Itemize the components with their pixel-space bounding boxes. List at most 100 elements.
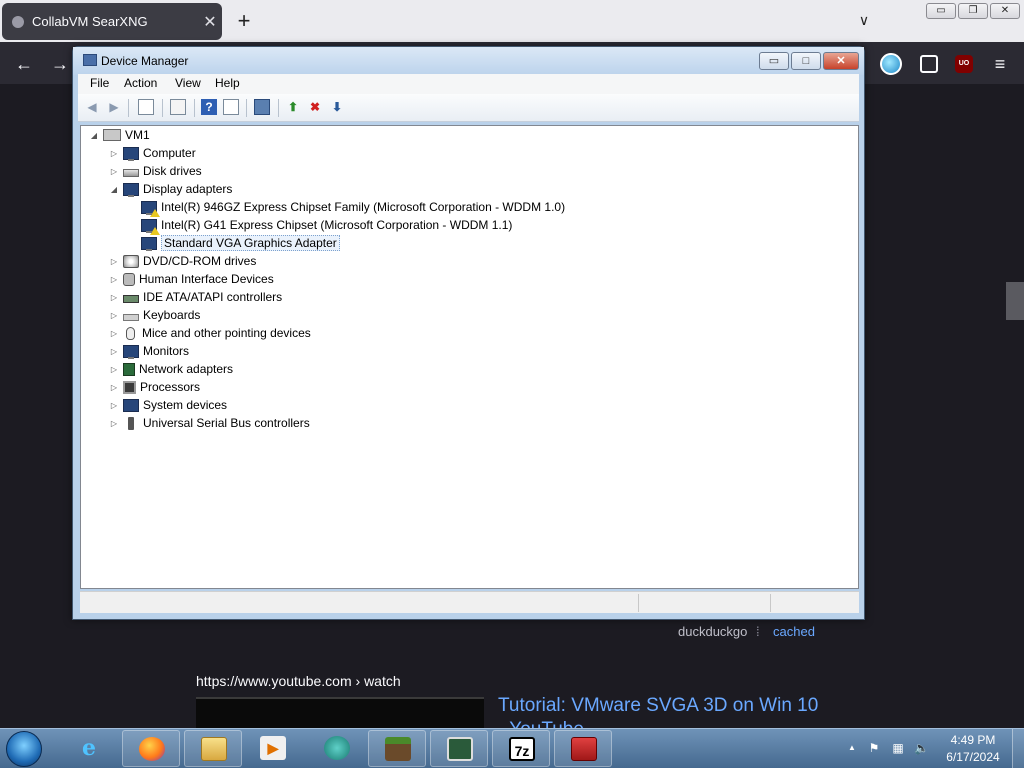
tree-item-network[interactable]: ▷ Network adapters (109, 360, 233, 378)
device-tree: ◢ VM1 ▷ Computer ▷ Disk drives ◢ Display… (80, 125, 859, 589)
back-icon[interactable]: ◀ (84, 99, 100, 115)
tree-item-usb[interactable]: ▷ Universal Serial Bus controllers (109, 414, 310, 432)
ublock-origin-icon[interactable]: UO (955, 55, 973, 73)
toolbox-icon (571, 737, 597, 761)
status-bar (80, 591, 859, 613)
action-center-flag-icon[interactable]: ⚑ (867, 740, 881, 756)
network-icon (123, 362, 135, 376)
status-divider (770, 594, 771, 612)
menu-view[interactable]: View (175, 76, 201, 90)
tree-item-ide[interactable]: ▷ IDE ATA/ATAPI controllers (109, 288, 282, 306)
tree-item-label: System devices (143, 398, 228, 412)
browser-restore-button[interactable]: ❐ (958, 3, 988, 19)
tree-child-standard-vga[interactable]: Standard VGA Graphics Adapter (141, 234, 340, 252)
forward-icon[interactable]: ▶ (106, 99, 122, 115)
browser-close-button[interactable]: ✕ (990, 3, 1020, 19)
forward-arrow-icon[interactable]: → (48, 52, 72, 76)
tree-item-processors[interactable]: ▷ Processors (109, 378, 200, 396)
taskbar-firefox[interactable] (122, 730, 180, 767)
menu-help[interactable]: Help (215, 76, 240, 90)
network-icon[interactable]: ▦ (891, 740, 905, 756)
tree-item-display-adapters[interactable]: ◢ Display adapters (109, 180, 232, 198)
expand-arrow-icon[interactable]: ▷ (109, 275, 119, 284)
update-driver-icon[interactable]: ⬆ (285, 99, 301, 115)
new-tab-button[interactable]: + (232, 8, 256, 34)
collapse-arrow-icon[interactable]: ◢ (109, 185, 119, 194)
expand-arrow-icon[interactable]: ▷ (109, 293, 119, 302)
start-button[interactable] (6, 731, 42, 767)
hid-icon (123, 272, 135, 286)
expand-arrow-icon[interactable]: ▷ (109, 401, 119, 410)
uninstall-icon[interactable]: ✖ (307, 99, 323, 115)
result-cached-link[interactable]: cached (773, 624, 815, 639)
menu-action[interactable]: Action (124, 76, 157, 90)
expand-arrow-icon[interactable]: ▷ (109, 167, 119, 176)
console-tree-icon[interactable] (138, 99, 154, 115)
taskbar-app[interactable] (308, 730, 366, 767)
internet-explorer-icon: e (82, 735, 96, 761)
taskbar-internet-explorer[interactable]: e (60, 730, 118, 767)
tree-item-disk-drives[interactable]: ▷ Disk drives (109, 162, 202, 180)
minecraft-icon (385, 737, 411, 761)
tray-chevron-icon[interactable]: ▲ (845, 740, 859, 756)
expand-arrow-icon[interactable]: ▷ (109, 257, 119, 266)
collapse-arrow-icon[interactable]: ◢ (89, 131, 99, 140)
taskbar-app-2[interactable] (430, 730, 488, 767)
expand-arrow-icon[interactable]: ▷ (109, 347, 119, 356)
tree-item-monitors[interactable]: ▷ Monitors (109, 342, 189, 360)
toolbar: ◀ ▶ ? ⬆ ✖ ⬇ (78, 94, 859, 122)
close-button[interactable]: ✕ (823, 52, 859, 70)
result-title-link[interactable]: Tutorial: VMware SVGA 3D on Win 10 - You… (498, 694, 828, 728)
mouse-icon (126, 326, 135, 340)
action-pane-icon[interactable] (223, 99, 239, 115)
list-all-tabs-button[interactable]: ∨ (852, 12, 876, 32)
disable-icon[interactable]: ⬇ (329, 99, 345, 115)
tree-item-keyboards[interactable]: ▷ Keyboards (109, 306, 200, 324)
app-icon (447, 737, 473, 761)
tab-title: CollabVM SearXNG (32, 14, 148, 29)
scan-hardware-icon[interactable] (254, 99, 270, 115)
help-icon[interactable]: ? (201, 99, 217, 115)
explorer-icon (201, 737, 227, 761)
tree-item-computer[interactable]: ▷ Computer (109, 144, 196, 162)
tree-root[interactable]: ◢ VM1 (89, 126, 150, 144)
taskbar-media-player[interactable]: ▶ (244, 730, 302, 767)
tree-item-mice[interactable]: ▷ Mice and other pointing devices (109, 324, 311, 342)
extensions-icon[interactable] (920, 55, 938, 73)
browser-tab[interactable]: CollabVM SearXNG ✕ (2, 3, 222, 40)
account-icon[interactable] (880, 53, 902, 75)
tree-item-dvd-cdrom[interactable]: ▷ DVD/CD-ROM drives (109, 252, 256, 270)
expand-arrow-icon[interactable]: ▷ (109, 311, 119, 320)
taskbar-minecraft[interactable] (368, 730, 426, 767)
expand-arrow-icon[interactable]: ▷ (109, 329, 119, 338)
expand-arrow-icon[interactable]: ▷ (109, 149, 119, 158)
volume-muted-icon[interactable]: 🔈 (914, 740, 929, 756)
taskbar-explorer[interactable] (184, 730, 242, 767)
browser-minimize-button[interactable]: ▭ (926, 3, 956, 19)
back-arrow-icon[interactable]: ← (12, 52, 36, 76)
tree-child-intel-946gz[interactable]: Intel(R) 946GZ Express Chipset Family (M… (141, 198, 565, 217)
taskbar-toolbox[interactable] (554, 730, 612, 767)
show-desktop-button[interactable] (1012, 729, 1024, 768)
clock-time[interactable]: 4:49 PM (940, 733, 1006, 747)
expand-arrow-icon[interactable]: ▷ (109, 365, 119, 374)
maximize-button[interactable]: □ (791, 52, 821, 70)
tree-item-hid[interactable]: ▷ Human Interface Devices (109, 270, 274, 288)
page-scrollbar-thumb[interactable] (1006, 282, 1024, 320)
device-manager-window: Device Manager ▭ □ ✕ File Action View He… (72, 46, 865, 620)
expand-arrow-icon[interactable]: ▷ (109, 419, 119, 428)
taskbar-7zip[interactable]: 7z (492, 730, 550, 767)
tree-item-system-devices[interactable]: ▷ System devices (109, 396, 227, 414)
minimize-button[interactable]: ▭ (759, 52, 789, 70)
device-manager-titlebar[interactable] (73, 47, 864, 75)
menu-icon[interactable]: ≡ (988, 52, 1012, 76)
result-thumbnail[interactable] (196, 697, 484, 728)
menu-file[interactable]: File (90, 76, 109, 90)
tree-child-intel-g41[interactable]: Intel(R) G41 Express Chipset (Microsoft … (141, 216, 512, 235)
result-url[interactable]: https://www.youtube.com › watch (196, 673, 401, 689)
tree-item-label: Human Interface Devices (139, 272, 274, 286)
expand-arrow-icon[interactable]: ▷ (109, 383, 119, 392)
properties-icon[interactable] (170, 99, 186, 115)
tab-close-icon[interactable]: ✕ (198, 12, 222, 32)
clock-date[interactable]: 6/17/2024 (940, 750, 1006, 764)
